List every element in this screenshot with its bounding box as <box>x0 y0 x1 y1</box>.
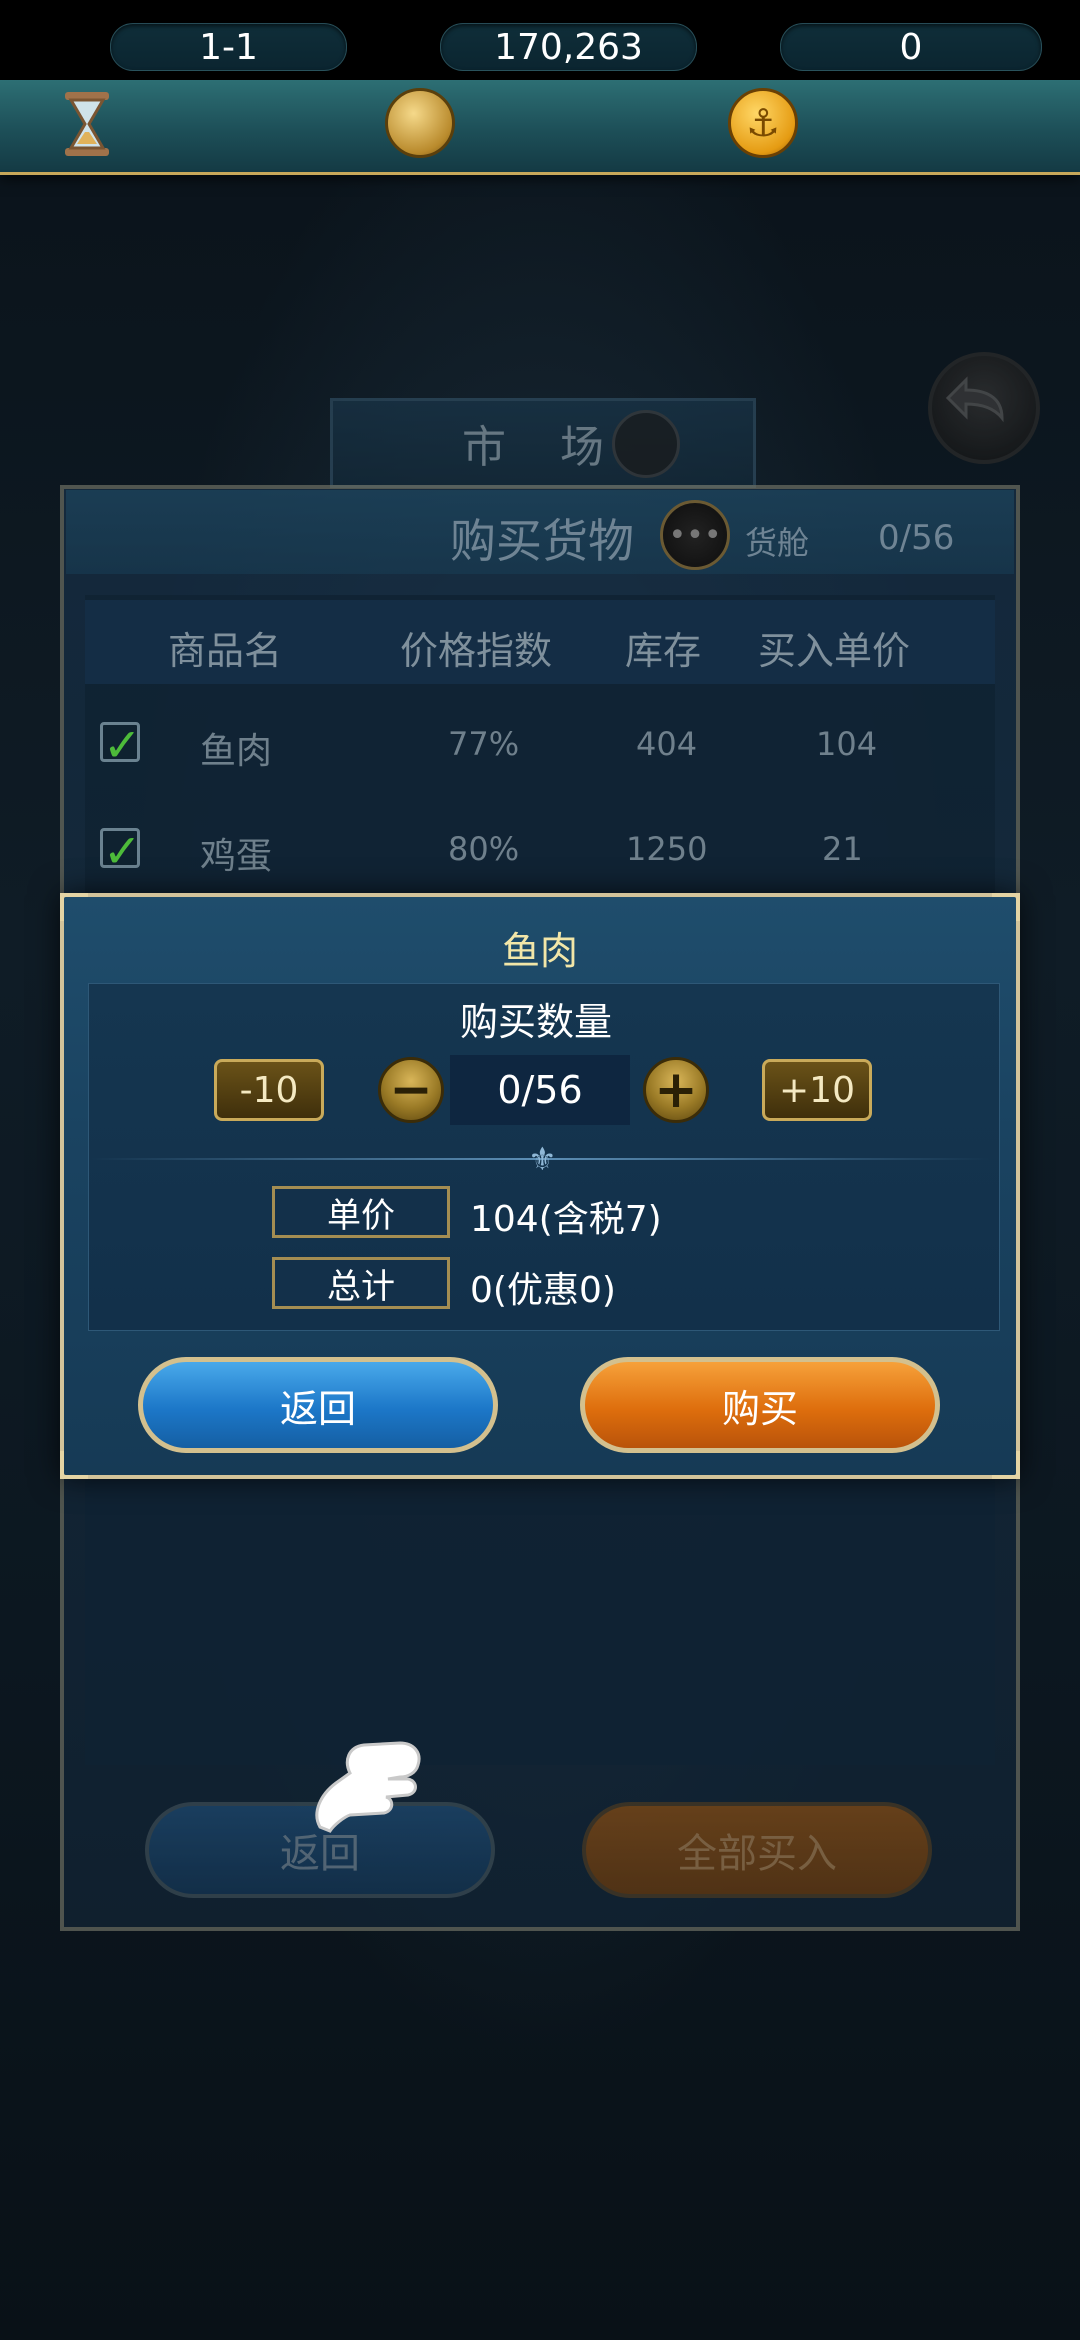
anchor-coin-display: 0 <box>780 23 1042 71</box>
decrement-button[interactable]: − <box>378 1057 444 1123</box>
stage-value: 1-1 <box>199 26 258 68</box>
stage-display: 1-1 <box>110 23 347 71</box>
plus-icon: + <box>654 1060 698 1120</box>
row-2-price-index: 80% <box>448 830 520 868</box>
dialog-back-label: 返回 <box>279 1386 356 1431</box>
unit-price-label: 单价 <box>327 1195 395 1236</box>
corner-ornament <box>992 1451 1020 1479</box>
market-title: 市 场 <box>330 398 756 488</box>
unit-price-value: 104(含税7) <box>470 1199 662 1240</box>
row-2-stock: 1250 <box>626 830 708 868</box>
cargo-value: 0/56 <box>878 518 955 558</box>
row-2-name: 鸡蛋 <box>200 836 273 877</box>
panel-chat-icon[interactable]: ••• <box>660 500 730 570</box>
dialog-back-button[interactable]: 返回 <box>138 1357 498 1453</box>
pointing-hand-icon <box>290 1695 440 1845</box>
increment-button[interactable]: + <box>643 1057 709 1123</box>
check-icon: ✓ <box>103 718 142 772</box>
check-icon: ✓ <box>103 824 142 878</box>
anchor-coin-icon: ⚓ <box>728 88 798 158</box>
row-1-name: 鱼肉 <box>200 731 273 772</box>
row-1-stock: 404 <box>636 725 698 763</box>
row-2-checkbox[interactable]: ✓ <box>100 828 142 874</box>
compass-coin-icon <box>385 88 455 158</box>
gold-value: 170,263 <box>494 26 643 68</box>
back-arrow-icon <box>945 376 1004 423</box>
unit-price-label-box: 单价 <box>272 1186 450 1238</box>
dialog-item-name: 鱼肉 <box>502 929 579 973</box>
buy-all-button[interactable]: 全部买入 <box>582 1802 932 1898</box>
quantity-display: 0/56 <box>450 1055 630 1125</box>
row-1-price-index: 77% <box>448 725 520 763</box>
cargo-label: 货舱 <box>745 524 810 562</box>
row-1-checkbox[interactable]: ✓ <box>100 722 142 768</box>
corner-ornament <box>60 1451 88 1479</box>
row-1-unit-price: 104 <box>816 725 878 763</box>
minus-10-label: -10 <box>239 1069 299 1111</box>
hourglass-icon <box>55 88 119 156</box>
plus-10-button[interactable]: +10 <box>762 1059 872 1121</box>
quantity-label: 购买数量 <box>460 1000 613 1044</box>
buy-all-label: 全部买入 <box>677 1831 837 1877</box>
total-value: 0(优惠0) <box>470 1270 616 1311</box>
corner-ornament <box>60 893 88 921</box>
header-name: 商品名 <box>168 629 283 673</box>
total-label-box: 总计 <box>272 1257 450 1309</box>
gold-display: 170,263 <box>440 23 697 71</box>
minus-10-button[interactable]: -10 <box>214 1059 324 1121</box>
anchor-coin-value: 0 <box>899 26 923 68</box>
panel-title: 购买货物 <box>450 514 634 568</box>
header-unit-price: 买入单价 <box>758 629 911 673</box>
plus-10-label: +10 <box>779 1069 855 1111</box>
dialog-buy-label: 购买 <box>721 1386 798 1431</box>
divider-ornament-icon: ⚜ <box>528 1140 557 1178</box>
corner-ornament <box>992 893 1020 921</box>
header-price-index: 价格指数 <box>400 629 553 673</box>
resource-bar <box>0 80 1080 175</box>
header-stock: 库存 <box>625 629 702 673</box>
dialog-buy-button[interactable]: 购买 <box>580 1357 940 1453</box>
back-arrow-button[interactable] <box>928 352 1040 464</box>
market-title-text: 市 场 <box>462 422 624 473</box>
market-chat-icon[interactable] <box>612 410 680 478</box>
total-label: 总计 <box>327 1266 395 1307</box>
row-2-unit-price: 21 <box>822 830 863 868</box>
quantity-value: 0/56 <box>497 1068 583 1112</box>
minus-icon: − <box>389 1060 433 1120</box>
